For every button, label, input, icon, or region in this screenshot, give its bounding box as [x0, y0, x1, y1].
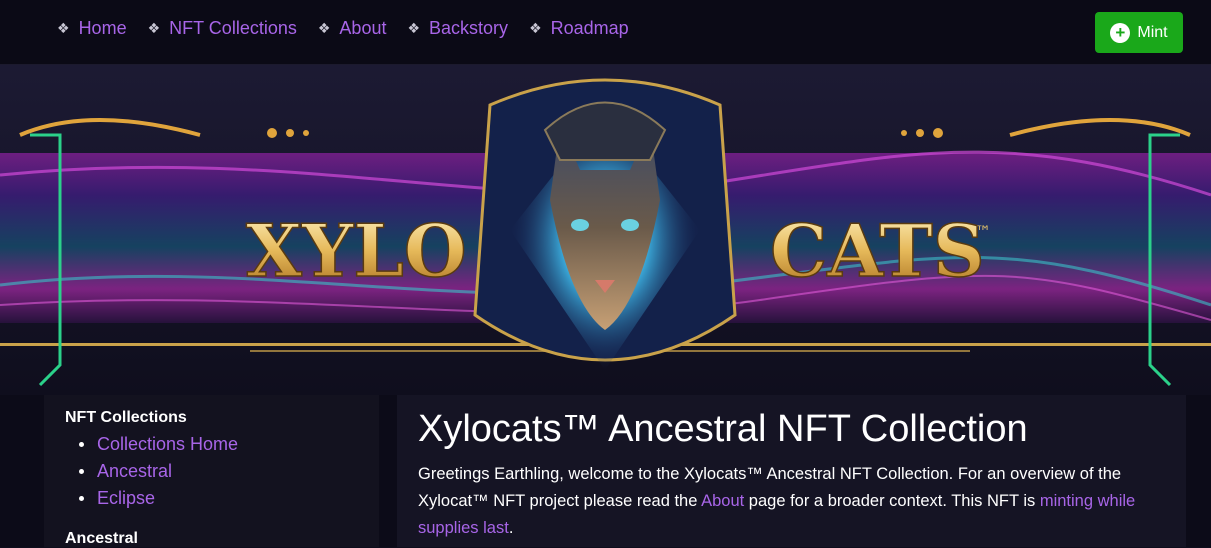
nav-item-backstory: ❖ Backstory: [407, 18, 508, 39]
hero-banner: XYLO CATS ™: [0, 65, 1211, 395]
nav-item-roadmap: ❖ Roadmap: [529, 18, 629, 39]
bullet-icon: [79, 469, 84, 474]
diamond-bullet-icon: ❖: [317, 20, 331, 37]
intro-text-3: .: [508, 519, 514, 537]
sidebar-item-ancestral: Ancestral: [79, 458, 238, 485]
intro-paragraph: Greetings Earthling, welcome to the Xylo…: [418, 461, 1158, 542]
sidebar-title: NFT Collections: [65, 409, 187, 426]
nav-item-nft-collections: ❖ NFT Collections: [148, 18, 297, 39]
diamond-bullet-icon: ❖: [407, 20, 421, 37]
sidebar-item-eclipse: Eclipse: [79, 485, 238, 512]
sidebar-link-collections-home[interactable]: Collections Home: [97, 434, 238, 455]
top-navbar: ❖ Home ❖ NFT Collections ❖ About ❖ Backs…: [0, 0, 1211, 65]
diamond-bullet-icon: ❖: [147, 20, 161, 37]
diamond-bullet-icon: ❖: [57, 20, 70, 37]
banner-artwork: XYLO CATS ™: [0, 65, 1211, 395]
diamond-bullet-icon: ❖: [529, 20, 542, 37]
nav-link-about[interactable]: About: [339, 18, 386, 39]
nav-link-backstory[interactable]: Backstory: [429, 18, 508, 39]
page-title: Xylocats™ Ancestral NFT Collection: [418, 408, 1028, 450]
nav-link-home[interactable]: Home: [79, 18, 127, 39]
bullet-icon: [79, 442, 84, 447]
sidebar-item-collections-home: Collections Home: [79, 431, 238, 458]
mint-button[interactable]: + Mint: [1095, 12, 1183, 53]
logo-text-left: XYLO: [246, 208, 467, 293]
sidebar-link-eclipse[interactable]: Eclipse: [97, 488, 155, 509]
trademark-symbol: ™: [975, 222, 991, 241]
nav-link-roadmap[interactable]: Roadmap: [551, 18, 629, 39]
nav-link-nft-collections[interactable]: NFT Collections: [169, 18, 297, 39]
plus-circle-icon: +: [1110, 22, 1131, 43]
nav-item-home: ❖ Home: [57, 18, 127, 39]
nav-item-about: ❖ About: [318, 18, 387, 39]
nav-list: ❖ Home ❖ NFT Collections ❖ About ❖ Backs…: [57, 18, 650, 39]
bullet-icon: [79, 496, 84, 501]
mint-label: Mint: [1137, 23, 1168, 41]
sidebar-list: Collections Home Ancestral Eclipse: [79, 431, 238, 512]
intro-text-2: page for a broader context. This NFT is: [744, 492, 1040, 510]
logo-text-right: CATS: [770, 208, 985, 293]
sidebar-section-title: Ancestral: [65, 530, 138, 547]
about-link[interactable]: About: [701, 492, 744, 510]
sidebar-link-ancestral[interactable]: Ancestral: [97, 461, 172, 482]
